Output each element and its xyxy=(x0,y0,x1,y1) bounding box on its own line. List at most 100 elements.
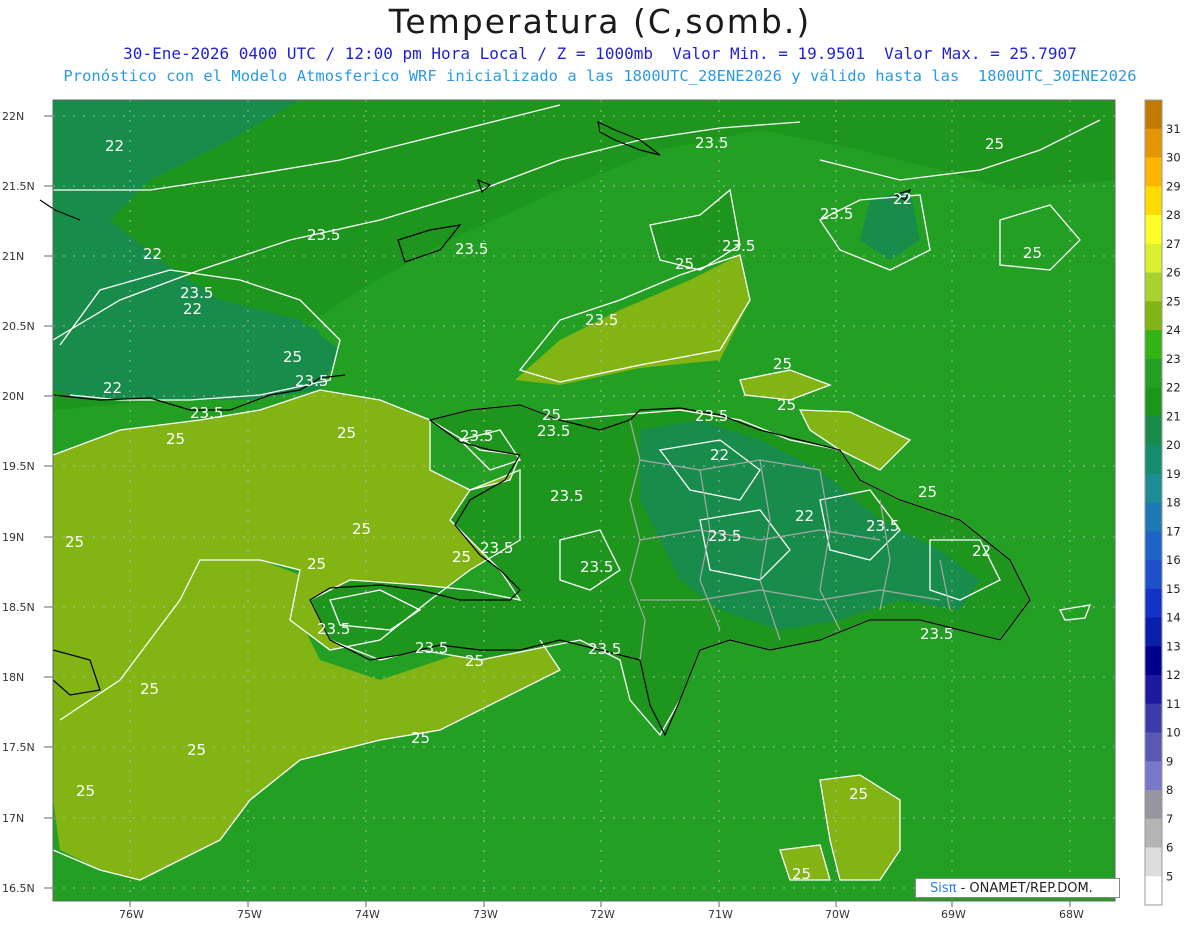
lat-label: 22N xyxy=(2,110,24,123)
colorbar-swatch xyxy=(1145,416,1162,446)
lat-label: 17N xyxy=(2,812,24,825)
contour-label: 25 xyxy=(675,255,694,273)
longitude-axis: 76W 75W 74W 73W 72W 71W 70W 69W 68W xyxy=(119,908,1084,921)
contour-label: 23.5 xyxy=(455,240,488,258)
contour-label: 22 xyxy=(795,507,814,525)
contour-label: 23.5 xyxy=(585,311,618,329)
colorbar-swatch xyxy=(1145,876,1162,906)
colorbar-swatch xyxy=(1145,818,1162,848)
lon-label: 73W xyxy=(473,908,498,921)
contour-label: 25 xyxy=(792,865,811,883)
contour-label: 22 xyxy=(710,446,729,464)
colorbar-label: 13 xyxy=(1166,639,1181,653)
contour-label: 22 xyxy=(893,190,912,208)
contour-label: 23.5 xyxy=(317,620,350,638)
contour-label: 25 xyxy=(1023,244,1042,262)
contour-label: 22 xyxy=(183,300,202,318)
contour-label: 23.5 xyxy=(307,226,340,244)
colorbar-swatch xyxy=(1145,531,1162,561)
contour-label: 25 xyxy=(985,135,1004,153)
colorbar-label: 21 xyxy=(1166,409,1181,423)
colorbar-label: 18 xyxy=(1166,496,1181,510)
lat-label: 16.5N xyxy=(2,882,35,895)
lon-label: 69W xyxy=(941,908,966,921)
contour-label: 25 xyxy=(337,424,356,442)
colorbar-swatch xyxy=(1145,473,1162,503)
colorbar-label: 6 xyxy=(1166,841,1173,855)
lon-label: 76W xyxy=(119,908,144,921)
credit-box: Sisπ - ONAMET/REP.DOM. xyxy=(915,878,1120,898)
contour-label: 23.5 xyxy=(460,427,493,445)
lon-label: 74W xyxy=(355,908,380,921)
lon-label: 70W xyxy=(825,908,850,921)
colorbar-label: 30 xyxy=(1166,151,1181,165)
contour-label: 23.5 xyxy=(708,527,741,545)
colorbar-swatch xyxy=(1145,560,1162,590)
lat-label: 20.5N xyxy=(2,320,35,333)
colorbar-swatch xyxy=(1145,215,1162,245)
colorbar-swatch xyxy=(1145,675,1162,705)
colorbar-label: 25 xyxy=(1166,294,1181,308)
colorbar-label: 27 xyxy=(1166,237,1181,251)
contour-label: 23.5 xyxy=(588,640,621,658)
colorbar-swatch xyxy=(1145,100,1162,130)
contour-label: 22 xyxy=(143,245,162,263)
credit-text: - ONAMET/REP.DOM. xyxy=(956,881,1093,896)
lat-label: 18N xyxy=(2,671,24,684)
lat-label: 19.5N xyxy=(2,460,35,473)
colorbar-swatch xyxy=(1145,761,1162,791)
colorbar-label: 20 xyxy=(1166,438,1181,452)
contour-label: 25 xyxy=(307,555,326,573)
latitude-axis: 22N 21.5N 21N 20.5N 20N 19.5N 19N 18.5N … xyxy=(2,110,35,895)
contour-label: 23.5 xyxy=(550,487,583,505)
contour-label: 25 xyxy=(65,533,84,551)
colorbar-label: 11 xyxy=(1166,697,1181,711)
colorbar-label: 29 xyxy=(1166,179,1181,193)
lat-label: 18.5N xyxy=(2,601,35,614)
colorbar-label: 26 xyxy=(1166,266,1181,280)
colorbar-swatch xyxy=(1145,358,1162,388)
colorbar-label: 8 xyxy=(1166,783,1173,797)
contour-label: 25 xyxy=(140,680,159,698)
contour-label: 23.5 xyxy=(820,205,853,223)
lon-label: 71W xyxy=(708,908,733,921)
colorbar-label: 15 xyxy=(1166,582,1181,596)
contour-label: 25 xyxy=(452,548,471,566)
colorbar-label: 23 xyxy=(1166,352,1181,366)
colorbar-swatch xyxy=(1145,186,1162,216)
colorbar-swatch xyxy=(1145,847,1162,877)
colorbar-swatch xyxy=(1145,330,1162,360)
colorbar-label: 19 xyxy=(1166,467,1181,481)
colorbar-swatch xyxy=(1145,703,1162,733)
temperature-map: 22 23.5 23.5 25 23.5 25 22 23.5 22 23.5 … xyxy=(2,99,1181,921)
colorbar-swatch xyxy=(1145,790,1162,820)
contour-label: 25 xyxy=(352,520,371,538)
longitude-ticks xyxy=(129,901,1071,907)
colorbar-swatch xyxy=(1145,157,1162,187)
colorbar-swatch xyxy=(1145,445,1162,475)
contour-label: 25 xyxy=(76,782,95,800)
colorbar-label: 7 xyxy=(1166,812,1173,826)
sispi-logo: Sisπ xyxy=(930,881,957,896)
colorbar-swatch xyxy=(1145,387,1162,417)
contour-label: 25 xyxy=(187,741,206,759)
contour-label: 25 xyxy=(465,652,484,670)
colorbar-swatch xyxy=(1145,502,1162,532)
colorbar-swatch xyxy=(1145,588,1162,618)
lat-label: 20N xyxy=(2,390,24,403)
contour-label: 25 xyxy=(411,729,430,747)
colorbar-label: 12 xyxy=(1166,668,1181,682)
colorbar-swatch xyxy=(1145,128,1162,158)
contour-label: 22 xyxy=(103,379,122,397)
contour-label: 23.5 xyxy=(920,625,953,643)
lat-label: 17.5N xyxy=(2,741,35,754)
colorbar-label: 10 xyxy=(1166,726,1181,740)
colorbar-label: 5 xyxy=(1166,869,1173,883)
colorbar-label: 9 xyxy=(1166,754,1173,768)
colorbar-swatch xyxy=(1145,272,1162,302)
contour-label: 25 xyxy=(283,348,302,366)
lon-label: 75W xyxy=(237,908,262,921)
contour-label: 25 xyxy=(849,785,868,803)
contour-label: 23.5 xyxy=(580,558,613,576)
contour-label: 23.5 xyxy=(695,407,728,425)
